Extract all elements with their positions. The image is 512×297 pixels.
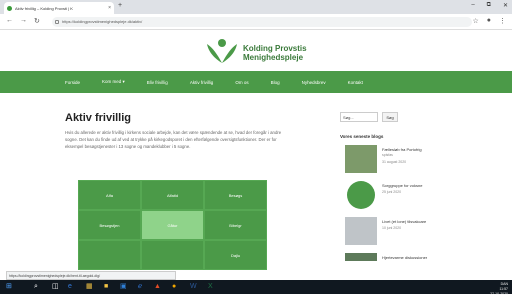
lock-icon <box>55 20 59 24</box>
main-navigation: Forside Kom med ▾ Bliv frivillig Aktiv f… <box>0 71 512 93</box>
maximize-button[interactable]: ⧉ <box>487 2 491 9</box>
post-thumbnail[interactable] <box>345 145 377 173</box>
ie-icon[interactable]: ℯ <box>138 283 142 291</box>
start-button-icon[interactable]: ⊞ <box>6 283 12 291</box>
tab-close-icon[interactable]: × <box>108 5 111 11</box>
url-text: https://koldingprovstimenighedspleje.dk/… <box>62 19 143 24</box>
nav-item-aktiv-frivillig[interactable]: Aktiv frivillig <box>190 80 214 85</box>
post-thumbnail[interactable] <box>345 253 377 261</box>
task-view-icon[interactable]: ◫ <box>52 283 59 291</box>
edge-icon[interactable]: e <box>68 283 72 291</box>
profile-icon[interactable]: ● <box>487 17 491 25</box>
search-form: Søg <box>340 112 470 122</box>
nav-item-forside[interactable]: Forside <box>65 80 80 85</box>
new-tab-button[interactable]: + <box>118 2 122 9</box>
reload-icon[interactable]: ↻ <box>34 17 40 25</box>
blog-post-item[interactable]: Sorggruppe for voksne 25 juni 2020 <box>340 181 470 213</box>
grid-cell[interactable] <box>78 240 141 270</box>
address-bar[interactable]: https://koldingprovstimenighedspleje.dk/… <box>52 17 472 27</box>
blog-post-item[interactable]: Livet (et lone) tilsvakcare 10 juni 2020 <box>340 217 470 249</box>
tab-title: Aktiv frivillig – Kolding Provsti | K <box>15 5 73 11</box>
toolbar-icons: ☆ ● ⋮ <box>472 17 506 25</box>
main-content: Aktiv frivillig Hvis du allerede er akti… <box>65 112 325 150</box>
grid-cell[interactable]: Alfa <box>78 180 141 210</box>
logo-line-1: Kolding Provstis <box>243 44 307 53</box>
taskbar: ⊞ ⌕ ◫ e ▦ ■ ▣ ℯ ▲ ● W X DAN 11:57 27-10-… <box>0 280 512 297</box>
browser-tab-active[interactable]: Aktiv frivillig – Kolding Provsti | K × <box>4 2 114 14</box>
post-thumbnail[interactable] <box>345 217 377 245</box>
site-logo-text[interactable]: Kolding Provstis Menighedspleje <box>243 44 307 62</box>
clock-date: 27-10-2020 <box>490 292 508 296</box>
link-status-bar: https://koldingprovstimenighedspleje.dk/… <box>6 271 176 280</box>
grid-cell[interactable]: Besøgs <box>204 180 267 210</box>
sidebar-section-title: Vores seneste blogs <box>340 134 384 139</box>
word-icon[interactable]: W <box>190 283 197 291</box>
excel-icon[interactable]: X <box>208 283 213 291</box>
blog-post-item[interactable]: Fællesløb fra Portofrig spisfas 31 augus… <box>340 145 470 177</box>
post-title[interactable]: Fællesløb fra Portofrig <box>382 147 462 153</box>
nav-item-blog[interactable]: Blog <box>271 80 280 85</box>
post-subtitle: spisfas <box>382 153 393 157</box>
post-date: 25 juni 2020 <box>382 190 402 194</box>
nav-item-nyhedsbrev[interactable]: Nyhedsbrev <box>302 80 326 85</box>
search-icon[interactable]: ⌕ <box>34 283 38 291</box>
search-button[interactable]: Søg <box>382 112 398 122</box>
logo-line-2: Menighedspleje <box>243 53 304 62</box>
site-favicon-icon <box>7 5 12 11</box>
post-date: 10 juni 2020 <box>382 226 402 230</box>
browser-toolbar: ← → ↻ https://koldingprovstimenighedsple… <box>0 14 512 30</box>
page-title: Aktiv frivillig <box>65 112 132 124</box>
post-date: 31 august 2020 <box>382 160 407 164</box>
bookmark-star-icon[interactable]: ☆ <box>472 17 478 25</box>
grid-cell[interactable]: Dajlu <box>204 240 267 270</box>
minimize-button[interactable]: – <box>471 2 474 9</box>
store-icon[interactable]: ▣ <box>120 283 127 291</box>
menu-icon[interactable]: ⋮ <box>499 17 506 25</box>
grid-cell[interactable] <box>141 240 204 270</box>
browser-tab-bar: Aktiv frivillig – Kolding Provsti | K × … <box>0 0 512 14</box>
search-input[interactable] <box>340 112 378 122</box>
close-window-button[interactable]: ✕ <box>503 2 508 9</box>
file-explorer-icon[interactable]: ▦ <box>86 283 93 291</box>
app-icon[interactable]: ▲ <box>154 283 161 291</box>
grid-cell[interactable]: Bibelgr <box>204 210 267 240</box>
blog-post-item[interactable]: Hjertevarme diskussioner <box>340 253 470 263</box>
forward-icon[interactable]: → <box>20 17 27 24</box>
intro-paragraph: Hvis du allerede er aktiv frivillig i ki… <box>65 130 282 149</box>
nav-item-bliv-frivillig[interactable]: Bliv frivillig <box>147 80 168 85</box>
nav-item-kom-med[interactable]: Kom med ▾ <box>102 79 125 85</box>
sidebar: Søg Vores seneste blogs Fællesløb fra Po… <box>340 112 470 267</box>
chrome-icon[interactable]: ● <box>172 283 176 291</box>
logo-icon[interactable] <box>205 38 239 64</box>
activity-grid: Alfa Alfatid Besøgs Besøgstjen Gåtur Bib… <box>78 180 267 270</box>
grid-cell[interactable]: Alfatid <box>141 180 204 210</box>
nav-item-kontakt[interactable]: Kontakt <box>348 80 363 85</box>
folder-icon[interactable]: ■ <box>104 283 108 291</box>
post-title[interactable]: Sorggruppe for voksne <box>382 183 462 189</box>
post-title[interactable]: Hjertevarme diskussioner <box>382 255 462 261</box>
post-thumbnail[interactable] <box>347 181 375 209</box>
nav-item-om-os[interactable]: Om os <box>235 80 248 85</box>
window-controls: – ⧉ ✕ <box>471 2 508 9</box>
system-tray[interactable]: DAN 11:57 27-10-2020 <box>490 282 508 297</box>
post-title[interactable]: Livet (et lone) tilsvakcare <box>382 219 462 225</box>
grid-cell[interactable]: Besøgstjen <box>78 210 141 240</box>
grid-cell-active[interactable]: Gåtur <box>141 210 204 240</box>
back-icon[interactable]: ← <box>6 17 13 24</box>
